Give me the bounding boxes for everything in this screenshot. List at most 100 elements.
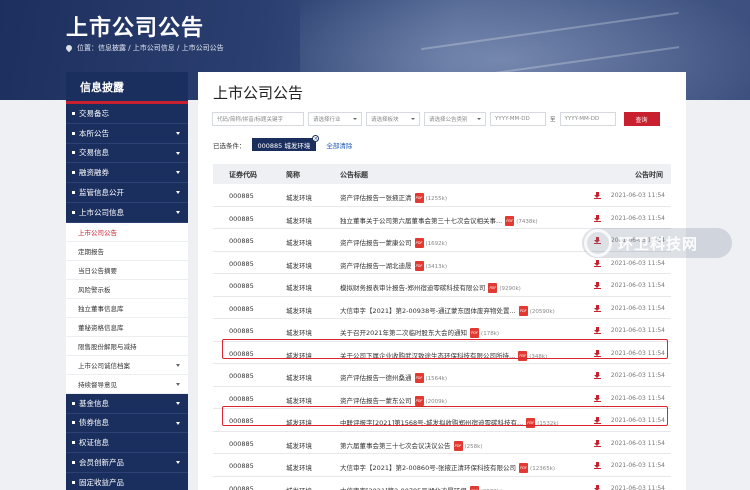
title-link[interactable]: 大信审字【2021】第2-00860号-张掖正清环保科技有限公司 [340,464,516,472]
cell-title[interactable]: 独立董事关于公司第六届董事会第三十七次会议相关事... PDF (7438k) [340,215,538,226]
cell-title[interactable]: 资产评估报告一德州桑通 PDF (1564k) [340,372,447,383]
sidebar-item-label: 权证信息 [79,438,109,448]
sidebar-item[interactable]: 上市公司诚信档案 [66,355,188,375]
title-link[interactable]: 大信审字[2021]第2-00785号湖北迪晟环保 [340,487,467,490]
cell-title[interactable]: 大信审字【2021】第2-00938号-通辽蒙东固体废弃物处置... PDF (20… [340,305,555,316]
title-link[interactable]: 资产评估报告一湖北迪晟 [340,262,412,270]
pdf-icon[interactable]: PDF [505,215,515,226]
pdf-icon[interactable]: PDF [470,328,480,338]
sidebar-item[interactable]: 监管信息公开 [66,183,188,203]
title-link[interactable]: 关于召开2021年第二次临时股东大会的通知 [340,329,467,337]
sidebar-item[interactable]: 权证信息 [66,433,188,454]
type-select[interactable]: 请选择公告类别 [424,112,486,126]
download-icon[interactable] [594,327,601,334]
watermark-logo-icon [584,229,612,257]
cell-title[interactable]: 资产评估报告一蒙康公司 PDF (1692k) [340,237,447,248]
sidebar-item[interactable]: 当日公告摘要 [66,260,188,280]
pdf-icon[interactable]: PDF [519,463,529,473]
cell-time: 2021-06-03 11:54 [610,259,665,267]
title-link[interactable]: 资产评估报告一张掖正清 [340,194,412,202]
sidebar-item[interactable]: 本所公告 [66,123,188,144]
cell-title[interactable]: 关于召开2021年第二次临时股东大会的通知 PDF (178k) [340,327,499,338]
cell-title[interactable]: 关于公司下属企业收购武汉致途生态环保科技有限公司所持... PDF (348k) [340,350,547,361]
download-icon[interactable] [594,439,601,447]
title-link[interactable]: 中联评报字[2021]第1568号-城发拟收购郑州宿迪零碳科技有... [340,419,523,427]
pdf-icon[interactable]: PDF [414,260,424,271]
download-icon[interactable] [594,462,601,469]
sidebar-item[interactable]: 基金信息 [66,393,188,414]
sidebar-item[interactable]: 上市公司信息 [66,202,188,223]
clear-all-link[interactable]: 全部清除 [326,140,352,150]
bullet-icon [72,461,75,465]
file-size: (12365k) [530,466,556,472]
close-icon[interactable]: × [312,135,320,142]
sidebar-item[interactable]: 固定收益产品 [66,472,188,490]
download-icon[interactable] [594,349,601,357]
title-link[interactable]: 资产评估报告一蒙东公司 [340,397,412,405]
filter-bar: 代码/简称/拼音/标题关键字 请选择行业 请选择板块 请选择公告类别 YYYY-… [212,112,660,126]
date-to-placeholder: YYYY-MM-DD [564,116,600,122]
pdf-icon[interactable]: PDF [414,238,424,248]
download-icon[interactable] [594,304,601,312]
title-link[interactable]: 资产评估报告一德州桑通 [340,374,412,382]
breadcrumb-text[interactable]: 位置：信息披露 / 上市公司信息 / 上市公司公告 [77,43,224,53]
sidebar-item[interactable]: 限售股份解限与减持 [66,336,188,356]
title-link[interactable]: 第六届董事会第三十七次会议决议公告 [340,442,451,450]
industry-select[interactable]: 请选择行业 [308,112,362,126]
title-link[interactable]: 关于公司下属企业收购武汉致途生态环保科技有限公司所持... [340,352,515,360]
sidebar-item[interactable]: 风险警示板 [66,279,188,299]
cell-title[interactable]: 资产评估报告一蒙东公司 PDF (2009k) [340,395,447,406]
title-link[interactable]: 独立董事关于公司第六届董事会第三十七次会议相关事... [340,217,502,225]
sidebar-item[interactable]: 交易信息 [66,143,188,164]
title-link[interactable]: 模拟财务报表审计报告-郑州宿迪零碳科技有限公司 [340,284,485,292]
pdf-icon[interactable]: PDF [469,485,479,490]
sidebar-item[interactable]: 独立董事信息库 [66,298,188,318]
bullet-icon [72,480,75,484]
download-icon[interactable] [594,394,601,402]
pdf-icon[interactable]: PDF [526,418,536,428]
cell-code: 000885 [229,462,254,470]
cell-title[interactable]: 资产评估报告一张掖正清 PDF (1255k) [340,192,447,203]
pdf-icon[interactable]: PDF [488,283,498,293]
download-icon[interactable] [594,417,601,424]
pdf-icon[interactable]: PDF [414,193,424,203]
chevron-down-icon [176,151,180,155]
sidebar-item[interactable]: 董秘资格信息库 [66,317,188,337]
keyword-input[interactable]: 代码/简称/拼音/标题关键字 [212,112,304,126]
sidebar-item[interactable]: 定期报告 [66,241,188,261]
cell-title[interactable]: 大信审字[2021]第2-00785号湖北迪晟环保PDF(8582k) [340,485,502,490]
download-icon[interactable] [594,214,601,222]
sidebar-item[interactable]: 债券信息 [66,413,188,434]
download-icon[interactable] [594,282,601,289]
title-link[interactable]: 大信审字【2021】第2-00938号-通辽蒙东固体废弃物处置... [340,307,516,315]
cell-code: 000885 [229,259,254,268]
file-size: (348k) [529,353,548,360]
download-icon[interactable] [594,192,601,199]
cell-code: 000885 [229,439,254,448]
cell-title[interactable]: 模拟财务报表审计报告-郑州宿迪零碳科技有限公司 PDF (9290k) [340,282,521,293]
sidebar-item[interactable]: 上市公司公告 [66,222,188,242]
cell-title[interactable]: 第六届董事会第三十七次会议决议公告 PDF (258k) [340,440,482,451]
date-to-input[interactable]: YYYY-MM-DD [559,112,616,126]
sidebar-item[interactable]: 交易备忘 [66,104,188,124]
sidebar-item[interactable]: 持续督导意见 [66,374,188,394]
cell-title[interactable]: 中联评报字[2021]第1568号-城发拟收购郑州宿迪零碳科技有... PDF (1… [340,417,559,428]
pdf-icon[interactable]: PDF [453,440,463,451]
pdf-icon[interactable]: PDF [414,373,424,383]
cell-title[interactable]: 资产评估报告一湖北迪晟 PDF (3413k) [340,260,447,271]
pdf-icon[interactable]: PDF [414,395,424,406]
cell-abbr: 城发环境 [286,284,312,292]
pdf-icon[interactable]: PDF [518,350,528,361]
sidebar-item[interactable]: 会员创新产品 [66,453,188,473]
condition-tag[interactable]: 000885 城发环境 × [251,135,320,151]
title-link[interactable]: 资产评估报告一蒙康公司 [340,239,412,247]
download-icon[interactable] [594,372,601,379]
download-icon[interactable] [594,259,601,267]
search-button[interactable]: 查询 [623,112,660,126]
board-select[interactable]: 请选择板块 [366,112,420,126]
pdf-icon[interactable]: PDF [518,305,528,316]
cell-title[interactable]: 大信审字【2021】第2-00860号-张掖正清环保科技有限公司 PDF (1236… [340,462,555,473]
sidebar-item[interactable]: 融资融券 [66,163,188,184]
date-from-input[interactable]: YYYY-MM-DD [490,112,546,126]
download-icon[interactable] [594,484,601,490]
